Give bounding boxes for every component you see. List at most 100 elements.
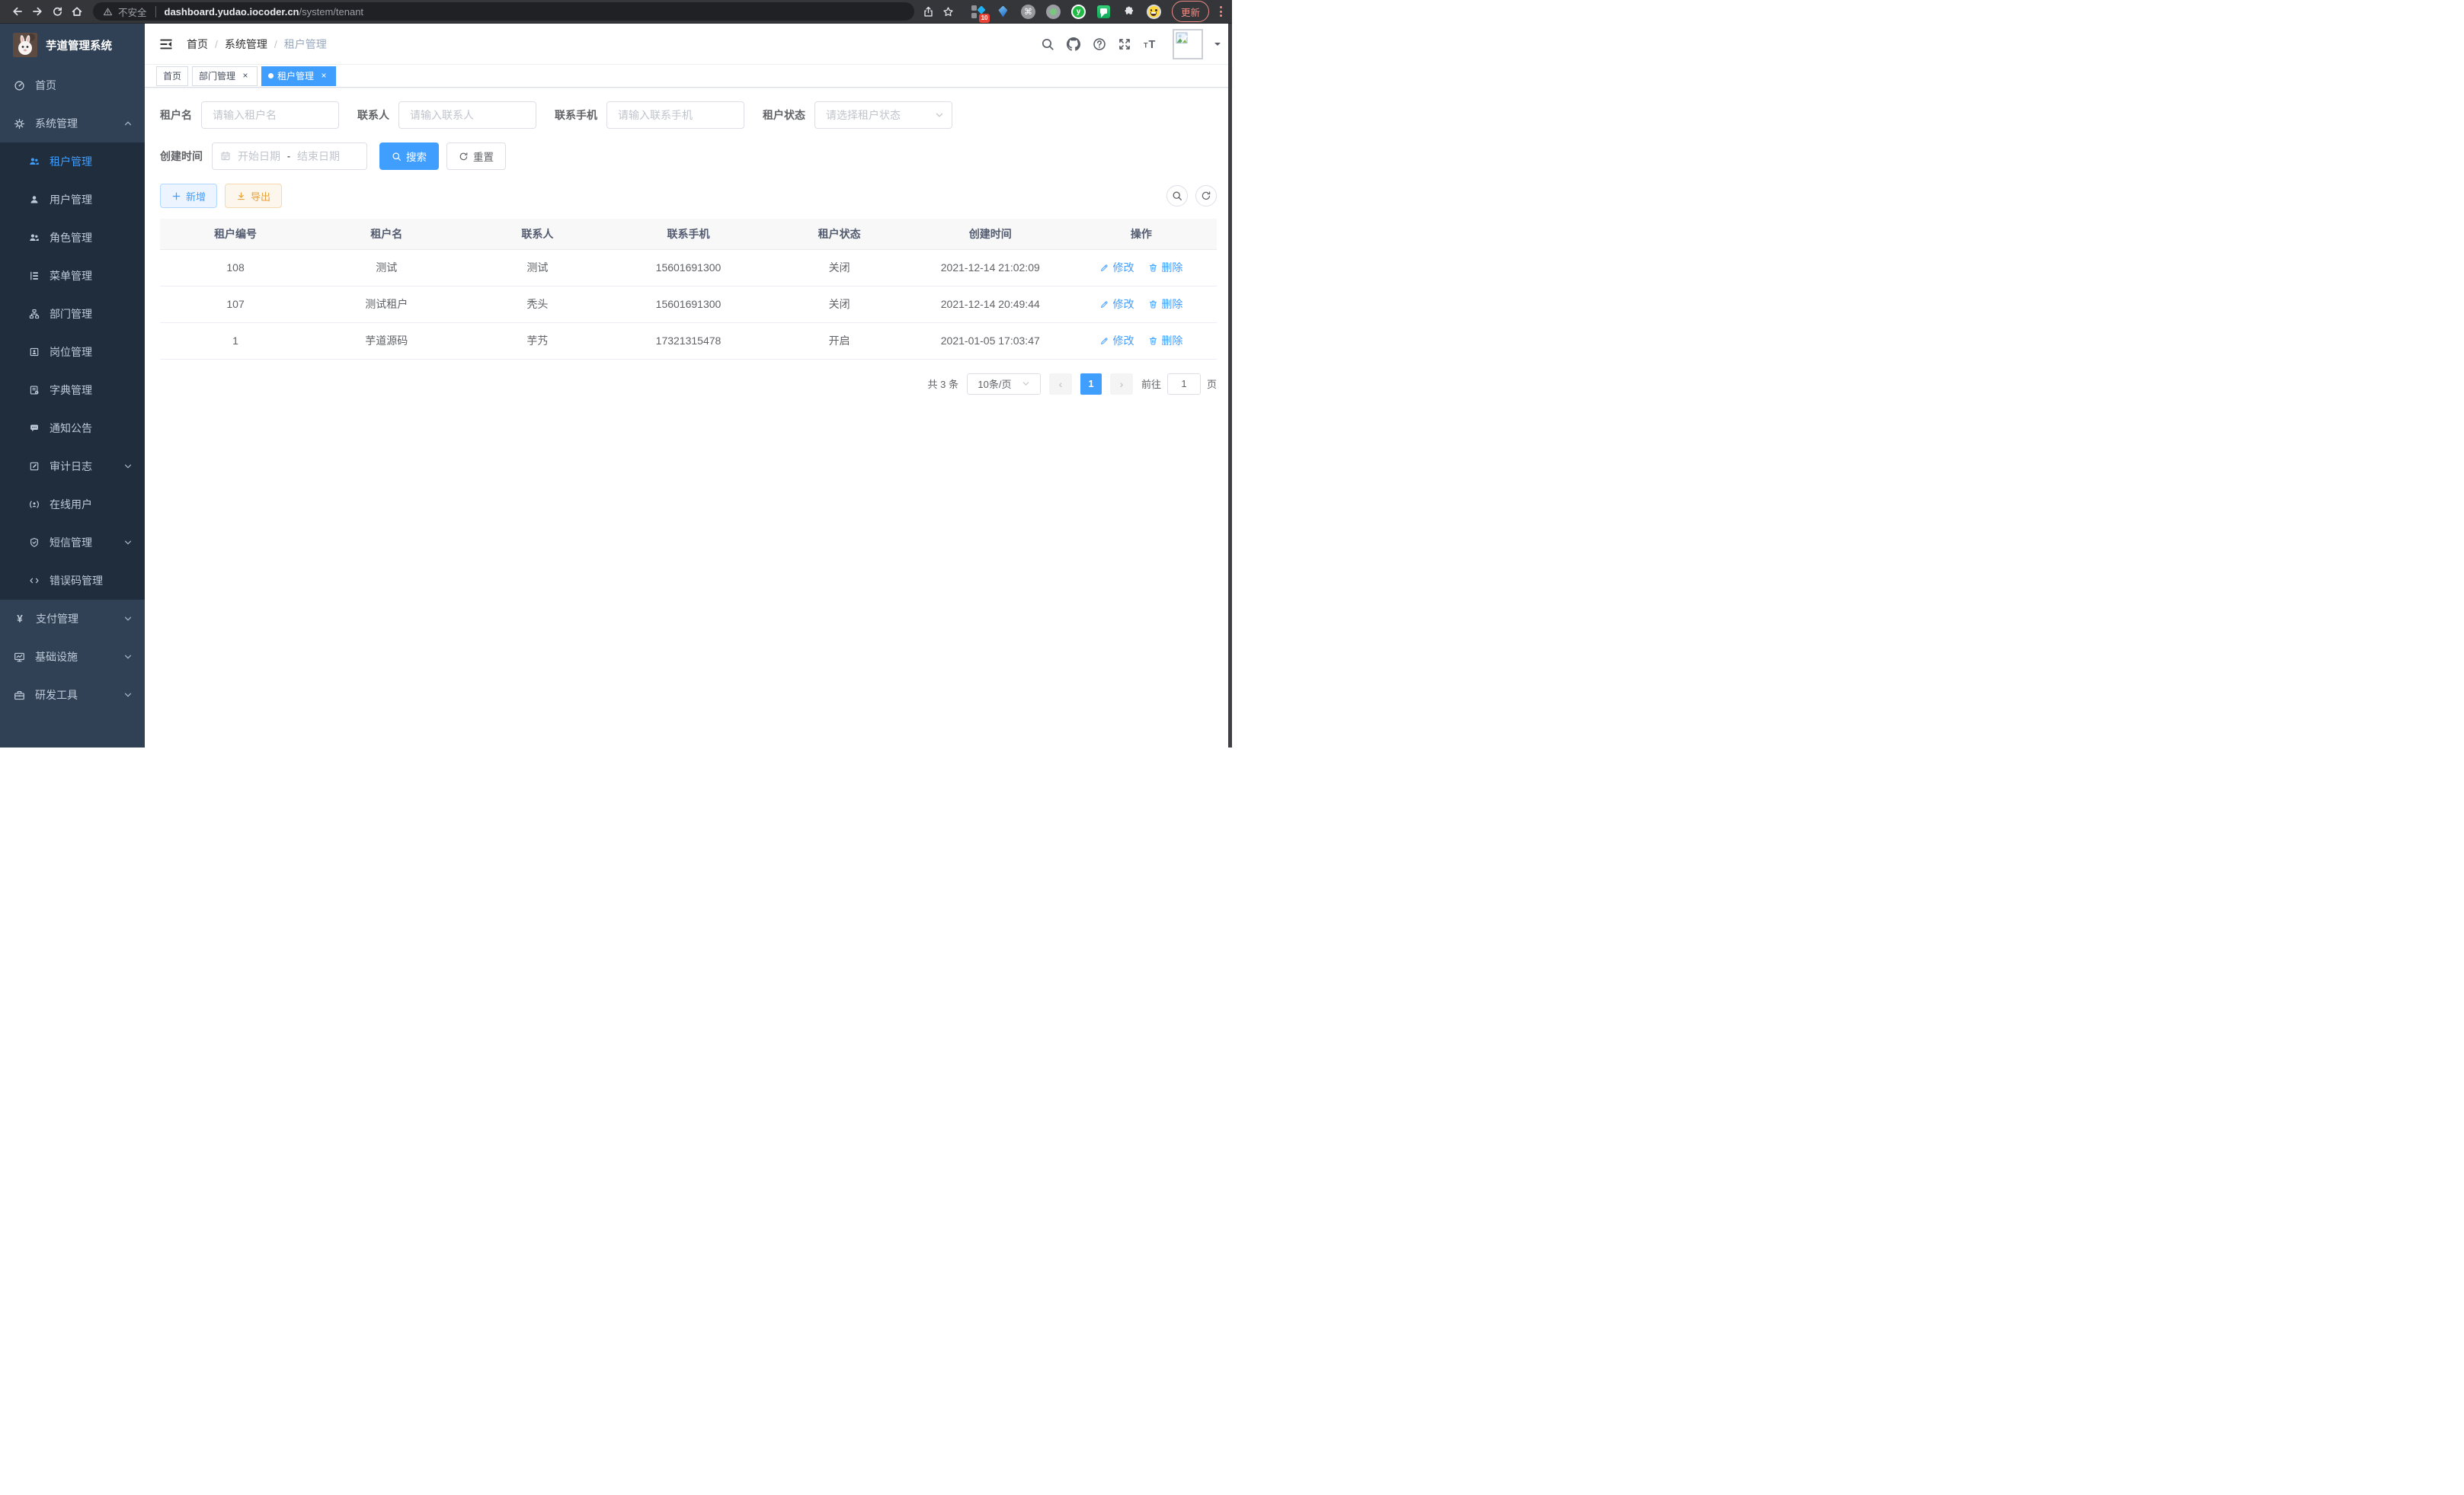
extension-grid-icon[interactable]: 10 <box>971 5 985 19</box>
page-unit-label: 页 <box>1207 376 1217 391</box>
status-select[interactable]: 请选择租户状态 <box>814 101 952 129</box>
cell-actions: 修改 删除 <box>1066 249 1217 286</box>
back-icon <box>11 5 24 18</box>
sidebar-item-home[interactable]: 首页 <box>0 66 145 104</box>
bookmark-star-button[interactable] <box>939 2 958 21</box>
edit-link[interactable]: 修改 <box>1099 333 1134 348</box>
grid-diamond-icon <box>977 5 985 14</box>
browser-home-button[interactable] <box>67 2 87 21</box>
header-search-button[interactable] <box>1041 37 1054 51</box>
column-actions: 操作 <box>1066 219 1217 249</box>
goto-page-input[interactable] <box>1167 373 1201 395</box>
app-logo-row[interactable]: 芋道管理系统 <box>0 24 145 66</box>
date-range-picker[interactable]: 开始日期 - 结束日期 <box>212 142 367 170</box>
share-button[interactable] <box>919 2 939 21</box>
tags-view-bar: 首页 部门管理 × 租户管理 × <box>145 65 1232 88</box>
cell-actions: 修改 删除 <box>1066 322 1217 359</box>
delete-link[interactable]: 删除 <box>1148 296 1182 312</box>
browser-forward-button[interactable] <box>27 2 47 21</box>
sidebar-item-infrastructure[interactable]: 基础设施 <box>0 638 145 676</box>
fullscreen-button[interactable] <box>1118 37 1131 51</box>
sidebar-item-sms[interactable]: 短信管理 <box>0 523 145 562</box>
sidebar-item-dict[interactable]: 字典管理 <box>0 371 145 409</box>
page-number-1[interactable]: 1 <box>1080 373 1102 395</box>
delete-label: 删除 <box>1161 333 1182 348</box>
trash-icon <box>1148 299 1158 309</box>
refresh-table-button[interactable] <box>1195 185 1217 206</box>
table-row: 107 测试租户 秃头 15601691300 关闭 2021-12-14 20… <box>160 286 1217 322</box>
tenant-name-input[interactable] <box>201 101 339 129</box>
extension-balloon-icon[interactable] <box>996 5 1010 19</box>
browser-menu-button[interactable] <box>1218 4 1224 19</box>
font-size-button[interactable] <box>1143 38 1158 50</box>
browser-reload-button[interactable] <box>47 2 67 21</box>
avatar-caret-icon[interactable] <box>1214 43 1221 49</box>
delete-link[interactable]: 删除 <box>1148 333 1182 348</box>
sidebar-item-tenant[interactable]: 租户管理 <box>0 142 145 181</box>
sidebar-item-error-code[interactable]: 错误码管理 <box>0 562 145 600</box>
page-size-select[interactable]: 10条/页 <box>967 373 1041 395</box>
next-page-button[interactable]: › <box>1110 373 1133 395</box>
sidebar-item-role[interactable]: 角色管理 <box>0 219 145 257</box>
sidebar-item-label: 在线用户 <box>50 497 92 512</box>
filter-row-2: 创建时间 开始日期 - 结束日期 搜索 重置 <box>160 142 1217 170</box>
contact-input[interactable] <box>398 101 536 129</box>
table-toolbar: 新增 导出 <box>160 184 1217 208</box>
sidebar-toggle-button[interactable] <box>156 34 176 54</box>
cell-phone: 15601691300 <box>613 249 763 286</box>
sidebar-item-online-users[interactable]: 在线用户 <box>0 485 145 523</box>
export-button[interactable]: 导出 <box>225 184 282 208</box>
reset-button[interactable]: 重置 <box>446 142 506 170</box>
edit-link[interactable]: 修改 <box>1099 296 1134 312</box>
edit-link[interactable]: 修改 <box>1099 260 1134 275</box>
column-tenant-id: 租户编号 <box>160 219 311 249</box>
search-button[interactable]: 搜索 <box>379 142 439 170</box>
toolbar-right <box>1166 185 1217 206</box>
extension-y-logo-icon[interactable]: y <box>1071 5 1086 19</box>
github-link[interactable] <box>1066 37 1081 52</box>
extension-chat-icon[interactable] <box>1096 5 1111 19</box>
sidebar-item-menu-manage[interactable]: 菜单管理 <box>0 257 145 295</box>
address-bar[interactable]: 不安全 dashboard.yudao.iocoder.cn/system/te… <box>93 2 914 21</box>
dictionary-icon <box>29 385 40 395</box>
chevron-down-icon <box>123 652 133 661</box>
sidebar-item-user[interactable]: 用户管理 <box>0 181 145 219</box>
tab-dept[interactable]: 部门管理 × <box>192 66 258 86</box>
extension-recorder-icon[interactable] <box>1046 5 1061 19</box>
add-button[interactable]: 新增 <box>160 184 217 208</box>
extensions-row: 10 ⌘ y <box>971 5 1161 19</box>
breadcrumb-item[interactable]: 系统管理 <box>225 37 267 52</box>
extensions-puzzle-button[interactable] <box>1122 5 1136 19</box>
user-icon <box>29 194 40 205</box>
org-tree-icon <box>29 309 40 319</box>
sidebar-item-dept[interactable]: 部门管理 <box>0 295 145 333</box>
id-badge-icon <box>29 347 40 357</box>
sidebar-item-payment[interactable]: 支付管理 <box>0 600 145 638</box>
prev-page-button[interactable]: ‹ <box>1049 373 1072 395</box>
browser-update-button[interactable]: 更新 <box>1172 1 1209 22</box>
browser-back-button[interactable] <box>8 2 27 21</box>
tab-tenant-active[interactable]: 租户管理 × <box>261 66 336 86</box>
breadcrumb-separator: / <box>215 38 218 50</box>
add-button-label: 新增 <box>186 189 206 203</box>
delete-link[interactable]: 删除 <box>1148 260 1182 275</box>
monitor-icon <box>14 651 25 663</box>
sidebar-item-dev-tools[interactable]: 研发工具 <box>0 676 145 714</box>
breadcrumb-item[interactable]: 首页 <box>187 37 208 52</box>
sidebar-item-audit-log[interactable]: 审计日志 <box>0 447 145 485</box>
tab-home[interactable]: 首页 <box>156 66 188 86</box>
sidebar-item-notice[interactable]: 通知公告 <box>0 409 145 447</box>
user-avatar[interactable] <box>1173 29 1203 59</box>
profile-avatar-icon[interactable] <box>1147 5 1161 19</box>
extension-command-icon[interactable]: ⌘ <box>1021 5 1035 19</box>
sidebar-item-system[interactable]: 系统管理 <box>0 104 145 142</box>
toggle-search-button[interactable] <box>1166 185 1188 206</box>
cell-tenant-name: 测试 <box>311 249 462 286</box>
filter-create-time: 创建时间 开始日期 - 结束日期 <box>160 142 367 170</box>
phone-input[interactable] <box>606 101 744 129</box>
sidebar-item-post[interactable]: 岗位管理 <box>0 333 145 371</box>
app-title: 芋道管理系统 <box>46 37 112 53</box>
close-icon[interactable]: × <box>240 71 251 82</box>
close-icon[interactable]: × <box>318 71 329 82</box>
help-button[interactable] <box>1093 37 1106 51</box>
